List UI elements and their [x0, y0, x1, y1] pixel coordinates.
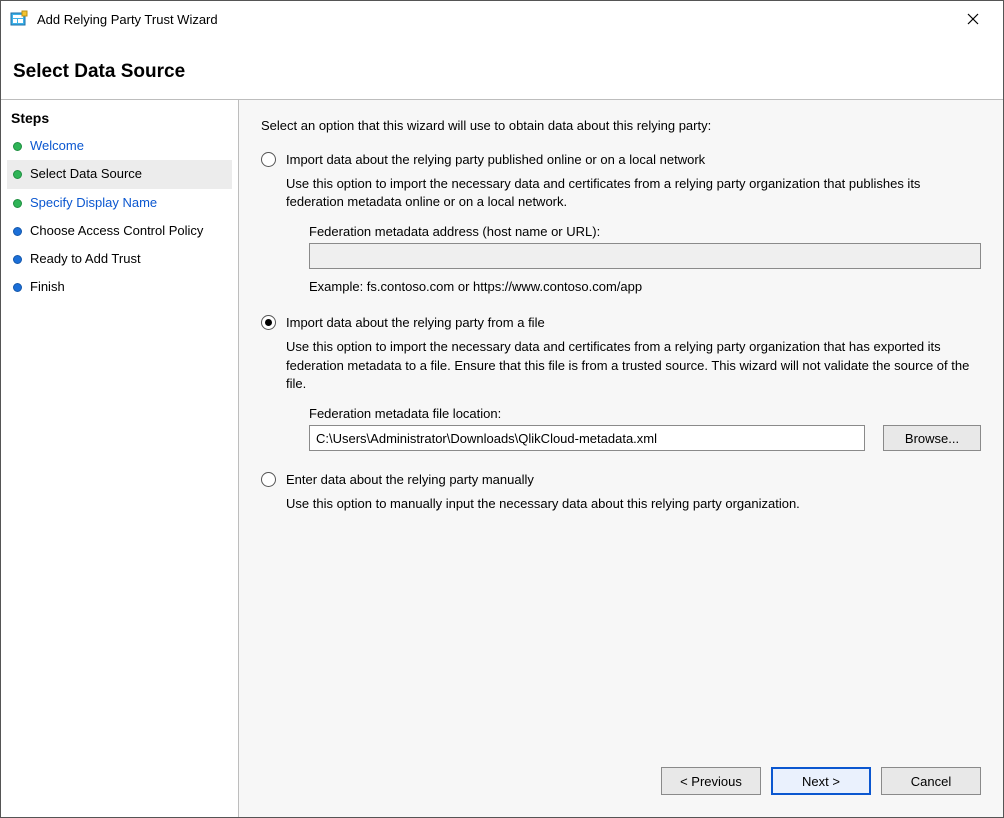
- option-import-file[interactable]: Import data about the relying party from…: [261, 314, 981, 332]
- wizard-body: Steps Welcome Select Data Source Specify…: [1, 99, 1003, 817]
- step-specify-display-name[interactable]: Specify Display Name: [7, 189, 232, 217]
- next-button[interactable]: Next >: [771, 767, 871, 795]
- page-title: Select Data Source: [13, 61, 991, 83]
- step-bullet-icon: [13, 283, 22, 292]
- radio-import-file[interactable]: [261, 315, 276, 330]
- titlebar: Add Relying Party Trust Wizard: [1, 1, 1003, 37]
- step-bullet-icon: [13, 170, 22, 179]
- wizard-window: Add Relying Party Trust Wizard Select Da…: [0, 0, 1004, 818]
- option-label: Import data about the relying party publ…: [286, 151, 705, 169]
- step-select-data-source[interactable]: Select Data Source: [7, 160, 232, 188]
- metadata-file-label: Federation metadata file location:: [309, 406, 981, 421]
- step-bullet-icon: [13, 199, 22, 208]
- radio-import-online[interactable]: [261, 152, 276, 167]
- step-label: Choose Access Control Policy: [30, 223, 203, 239]
- metadata-file-row: Browse...: [309, 425, 981, 451]
- step-label: Select Data Source: [30, 166, 142, 182]
- step-bullet-icon: [13, 227, 22, 236]
- step-label: Specify Display Name: [30, 195, 157, 211]
- option-label: Import data about the relying party from…: [286, 314, 545, 332]
- option-enter-manually-desc: Use this option to manually input the ne…: [286, 495, 981, 514]
- intro-text: Select an option that this wizard will u…: [261, 118, 981, 133]
- browse-button[interactable]: Browse...: [883, 425, 981, 451]
- option-import-file-desc: Use this option to import the necessary …: [286, 338, 981, 395]
- option-enter-manually[interactable]: Enter data about the relying party manua…: [261, 471, 981, 489]
- step-label: Finish: [30, 279, 65, 295]
- step-bullet-icon: [13, 255, 22, 264]
- steps-sidebar: Steps Welcome Select Data Source Specify…: [1, 100, 239, 817]
- metadata-address-example: Example: fs.contoso.com or https://www.c…: [309, 279, 981, 294]
- option-import-online-desc: Use this option to import the necessary …: [286, 175, 981, 213]
- metadata-address-input: [309, 243, 981, 269]
- option-import-online[interactable]: Import data about the relying party publ…: [261, 151, 981, 169]
- step-finish[interactable]: Finish: [7, 273, 232, 301]
- option-import-online-fields: Federation metadata address (host name o…: [309, 224, 981, 294]
- metadata-file-input[interactable]: [309, 425, 865, 451]
- step-choose-access-control-policy[interactable]: Choose Access Control Policy: [7, 217, 232, 245]
- app-icon: [9, 9, 29, 29]
- content-panel: Select an option that this wizard will u…: [239, 100, 1003, 817]
- previous-button[interactable]: < Previous: [661, 767, 761, 795]
- step-ready-to-add-trust[interactable]: Ready to Add Trust: [7, 245, 232, 273]
- radio-enter-manually[interactable]: [261, 472, 276, 487]
- close-button[interactable]: [951, 4, 995, 34]
- wizard-footer: < Previous Next > Cancel: [239, 759, 1003, 817]
- step-welcome[interactable]: Welcome: [7, 132, 232, 160]
- step-bullet-icon: [13, 142, 22, 151]
- steps-heading: Steps: [11, 110, 232, 126]
- option-import-file-fields: Federation metadata file location: Brows…: [309, 406, 981, 451]
- step-label: Welcome: [30, 138, 84, 154]
- step-label: Ready to Add Trust: [30, 251, 141, 267]
- page-header: Select Data Source: [1, 37, 1003, 99]
- option-label: Enter data about the relying party manua…: [286, 471, 534, 489]
- content-inner: Select an option that this wizard will u…: [239, 100, 1003, 759]
- window-title: Add Relying Party Trust Wizard: [37, 12, 951, 27]
- cancel-button[interactable]: Cancel: [881, 767, 981, 795]
- metadata-address-label: Federation metadata address (host name o…: [309, 224, 981, 239]
